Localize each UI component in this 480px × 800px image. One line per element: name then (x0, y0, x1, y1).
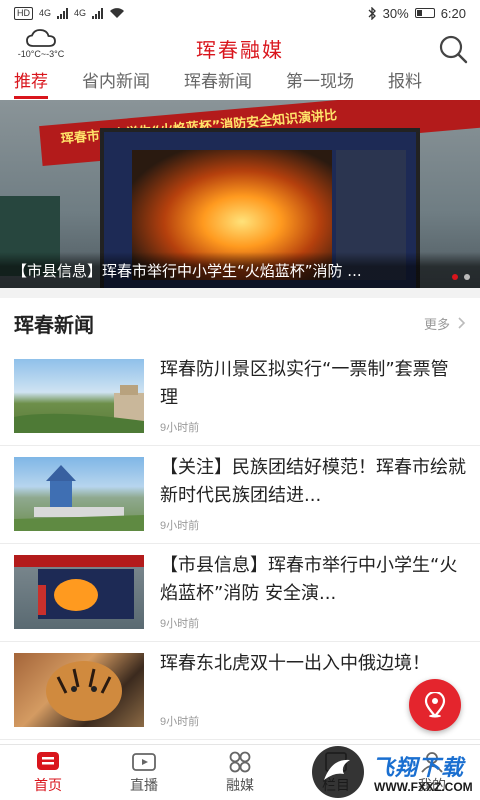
tab-hunchun-news[interactable]: 珲春新闻 (184, 70, 252, 94)
signal-icon-2 (92, 7, 104, 19)
news-title: 【关注】民族团结好模范！珲春市绘就新时代民族团结进... (160, 457, 466, 506)
news-thumbnail (14, 555, 144, 629)
news-title: 珲春东北虎双十一出入中俄边境！ (160, 653, 430, 674)
section-title: 珲春新闻 (14, 312, 94, 337)
tab-recommend[interactable]: 推荐 (14, 70, 48, 99)
clock: 6:20 (440, 5, 466, 21)
banner-caption[interactable]: 【市县信息】珲春市举行中小学生“火焰蓝杯”消防 ... (0, 252, 480, 288)
watermark-brand: 飞翔下载 (372, 756, 465, 781)
carousel-dot (464, 274, 470, 280)
tiger-image (46, 661, 122, 721)
grid-icon (229, 751, 251, 773)
monument-image (14, 465, 144, 531)
list-item[interactable]: 珲春东北虎双十一出入中俄边境！ 9小时前 (0, 642, 480, 740)
category-tabs: 推荐 省内新闻 珲春新闻 第一现场 报料 (0, 70, 480, 100)
banner-carousel[interactable]: 珲春市中小学生“火焰蓝杯”消防安全知识演讲比 【市县信息】珲春市举行中小学生“火… (0, 100, 480, 288)
tab-province-news[interactable]: 省内新闻 (82, 70, 150, 94)
weather-widget[interactable]: -10°C~-3°C (6, 28, 76, 59)
list-item[interactable]: 【关注】民族团结好模范！珲春市绘就新时代民族团结进... 9小时前 (0, 446, 480, 544)
network-label: 4G (39, 8, 52, 18)
nav-home-label: 首页 (34, 778, 62, 794)
wifi-icon (110, 8, 125, 18)
more-label: 更多 (423, 317, 450, 333)
news-title: 珲春防川景区拟实行“一票制”套票管理 (160, 359, 449, 408)
bluetooth-icon (368, 6, 376, 20)
location-fab-button[interactable] (409, 679, 461, 731)
nav-home[interactable]: 首页 (0, 745, 96, 800)
list-item[interactable]: 【市县信息】珲春市举行中小学生“火焰蓝杯”消防 安全演... 9小时前 (0, 544, 480, 642)
live-tv-icon (132, 753, 156, 771)
signal-icon (57, 7, 69, 19)
cloud-icon (26, 29, 56, 47)
battery-percent: 30% (382, 5, 409, 21)
nav-media[interactable]: 融媒 (192, 745, 288, 800)
tab-report[interactable]: 报料 (388, 70, 422, 94)
news-time: 9小时前 (160, 618, 200, 630)
watermark-url: WWW.FXXZ.COM (374, 780, 473, 794)
app-header: -10°C~-3°C 珲春融媒 (0, 26, 480, 70)
location-pin-icon (424, 692, 446, 718)
news-thumbnail (14, 359, 144, 433)
tab-first-scene[interactable]: 第一现场 (286, 70, 354, 94)
more-link[interactable]: 更多 (424, 314, 466, 333)
news-time: 9小时前 (160, 520, 200, 532)
news-list: 珲春防川景区拟实行“一票制”套票管理 9小时前 【关注】民族团结好模范！珲春市绘… (0, 348, 480, 740)
app-title: 珲春融媒 (196, 37, 284, 62)
news-title: 【市县信息】珲春市举行中小学生“火焰蓝杯”消防 安全演... (160, 555, 458, 604)
status-bar: HD 4G 4G 30% 6:20 (0, 0, 480, 26)
carousel-dots (452, 274, 470, 280)
temperature-label: -10°C~-3°C (17, 49, 65, 59)
section-header: 珲春新闻 更多 (0, 298, 480, 348)
tower-image (14, 385, 144, 433)
search-icon[interactable] (438, 34, 468, 64)
carousel-dot-active (452, 274, 458, 280)
home-icon (37, 752, 59, 770)
nav-live[interactable]: 直播 (96, 745, 192, 800)
watermark: 飞翔下载 WWW.FXXZ.COM (310, 744, 480, 800)
battery-icon (414, 8, 435, 18)
section-divider (0, 288, 480, 298)
news-thumbnail (14, 457, 144, 531)
chevron-right-icon (458, 317, 466, 329)
nav-live-label: 直播 (130, 778, 158, 794)
news-thumbnail (14, 653, 144, 727)
network-label-2: 4G (74, 8, 87, 18)
news-time: 9小时前 (160, 422, 200, 434)
nav-media-label: 融媒 (226, 778, 254, 794)
hd-badge: HD (14, 6, 33, 20)
list-item[interactable]: 珲春防川景区拟实行“一票制”套票管理 9小时前 (0, 348, 480, 446)
speech-event-image (14, 555, 144, 619)
